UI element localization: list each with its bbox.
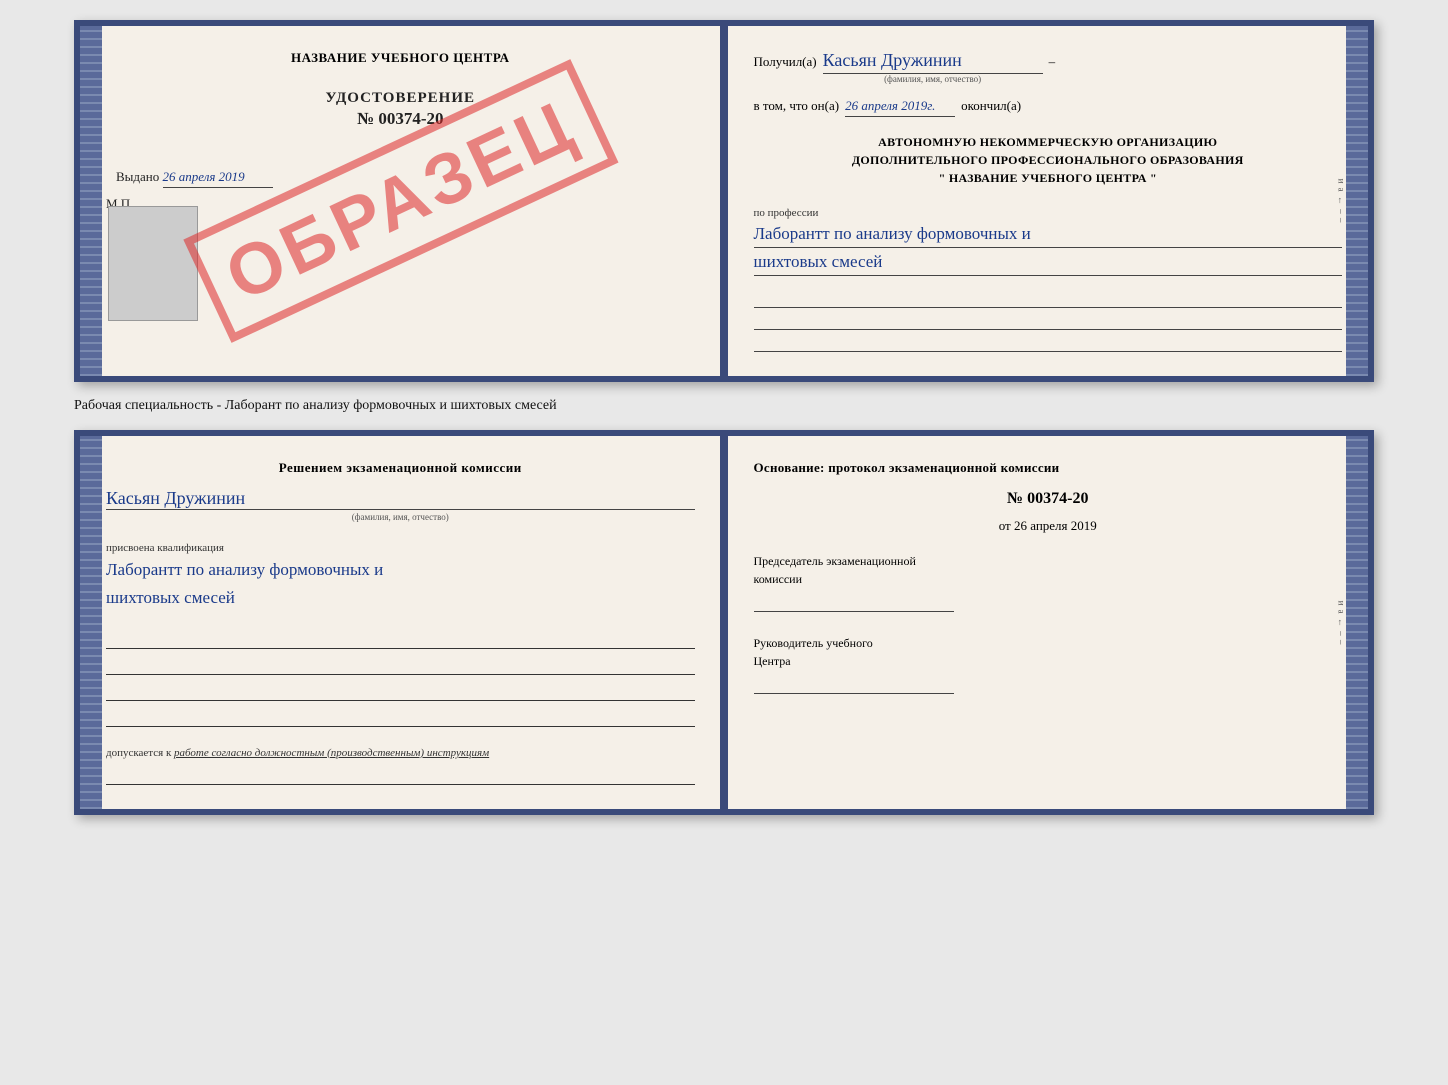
- binding-strip-right: [1346, 26, 1368, 376]
- top-cert-right-page: Получил(а) Касьян Дружинин (фамилия, имя…: [726, 26, 1369, 376]
- org-block: АВТОНОМНУЮ НЕКОММЕРЧЕСКУЮ ОРГАНИЗАЦИЮ ДО…: [754, 133, 1343, 187]
- org-line2: ДОПОЛНИТЕЛЬНОГО ПРОФЕССИОНАЛЬНОГО ОБРАЗО…: [754, 151, 1343, 169]
- okonchil-label: окончил(а): [961, 98, 1021, 114]
- profession-line1: Лаборантт по анализу формовочных и: [754, 220, 1343, 248]
- bottom-fio-hint: (фамилия, имя, отчество): [106, 512, 695, 522]
- ot-date-value: 26 апреля 2019: [1014, 518, 1097, 533]
- predsedatel-line1: Председатель экзаменационной: [754, 552, 1343, 570]
- vydano-date: 26 апреля 2019: [163, 169, 273, 188]
- resheniem-title: Решением экзаменационной комиссии: [106, 460, 695, 476]
- top-cert-book: НАЗВАНИЕ УЧЕБНОГО ЦЕНТРА УДОСТОВЕРЕНИЕ №…: [74, 20, 1374, 382]
- ot-label: от: [999, 518, 1011, 533]
- rukovoditel-line2: Центра: [754, 652, 1343, 670]
- predsedatel-line2: комиссии: [754, 570, 1343, 588]
- prisvoena-block: присвоена квалификация Лаборантт по анал…: [106, 538, 695, 610]
- dash-symbol: –: [1049, 54, 1056, 70]
- binding-strip-left-bottom: [80, 436, 102, 808]
- vtom-label: в том, что он(а): [754, 98, 840, 114]
- right-line-2: [754, 312, 1343, 330]
- dopuskaetsya-label: допускается к: [106, 747, 171, 759]
- osnovanie-title: Основание: протокол экзаменационной коми…: [754, 460, 1343, 476]
- dopuskaetsya-value: работе согласно должностным (производств…: [174, 747, 489, 759]
- org-line1: АВТОНОМНУЮ НЕКОММЕРЧЕСКУЮ ОРГАНИЗАЦИЮ: [754, 133, 1343, 151]
- document-container: НАЗВАНИЕ УЧЕБНОГО ЦЕНТРА УДОСТОВЕРЕНИЕ №…: [74, 20, 1374, 815]
- predsedatel-signature-line: [754, 592, 954, 612]
- top-cert-left-page: НАЗВАНИЕ УЧЕБНОГО ЦЕНТРА УДОСТОВЕРЕНИЕ №…: [80, 26, 726, 376]
- bottom-cert-left-page: Решением экзаменационной комиссии Касьян…: [80, 436, 726, 808]
- qualification-line2: шихтовых смесей: [106, 584, 695, 611]
- dopuskaetsya-line: [106, 765, 695, 785]
- photo-placeholder: [108, 206, 198, 321]
- vtom-row: в том, что он(а) 26 апреля 2019г. окончи…: [754, 98, 1343, 117]
- right-line-3: [754, 334, 1343, 352]
- bottom-lines: [106, 629, 695, 727]
- bottom-cert-book: Решением экзаменационной комиссии Касьян…: [74, 430, 1374, 814]
- qualification-line1: Лаборантт по анализу формовочных и: [106, 556, 695, 583]
- rukovoditel-line1: Руководитель учебного: [754, 634, 1343, 652]
- komissia-name-row: Касьян Дружинин (фамилия, имя, отчество): [106, 488, 695, 522]
- poluchil-label: Получил(а): [754, 54, 817, 70]
- poluchil-row: Получил(а) Касьян Дружинин (фамилия, имя…: [754, 50, 1343, 84]
- komissia-name: Касьян Дружинин: [106, 488, 695, 510]
- predsedatel-block: Председатель экзаменационной комиссии: [754, 552, 1343, 612]
- org-line3: " НАЗВАНИЕ УЧЕБНОГО ЦЕНТРА ": [754, 169, 1343, 187]
- po-professii-block: по профессии Лаборантт по анализу формов…: [754, 205, 1343, 276]
- cert-title-header: НАЗВАНИЕ УЧЕБНОГО ЦЕНТРА: [291, 50, 510, 66]
- ot-date-block: от 26 апреля 2019: [754, 518, 1343, 534]
- rukovoditel-signature-line: [754, 674, 954, 694]
- bottom-line-4: [106, 707, 695, 727]
- udostoverenie-block: УДОСТОВЕРЕНИЕ № 00374-20: [326, 90, 476, 129]
- udostoverenie-label: УДОСТОВЕРЕНИЕ: [326, 90, 476, 107]
- bottom-line-1: [106, 629, 695, 649]
- prisvoena-label: присвоена квалификация: [106, 542, 224, 554]
- profession-line2: шихтовых смесей: [754, 248, 1343, 276]
- specialty-label: Рабочая специальность - Лаборант по анал…: [74, 392, 557, 420]
- bottom-line-3: [106, 681, 695, 701]
- rukovoditel-block: Руководитель учебного Центра: [754, 634, 1343, 694]
- binding-strip-right-bottom: [1346, 436, 1368, 808]
- vydano-label: Выдано: [116, 169, 159, 184]
- binding-strip-left: [80, 26, 102, 376]
- vtom-date: 26 апреля 2019г.: [845, 98, 955, 117]
- fio-hint: (фамилия, имя, отчество): [823, 74, 1043, 84]
- bottom-line-2: [106, 655, 695, 675]
- recipient-name: Касьян Дружинин: [823, 50, 1043, 74]
- po-professii-label: по профессии: [754, 207, 819, 219]
- name-wrapper: Касьян Дружинин (фамилия, имя, отчество): [823, 50, 1043, 84]
- right-line-1: [754, 290, 1343, 308]
- bottom-cert-right-page: Основание: протокол экзаменационной коми…: [726, 436, 1369, 808]
- right-side-lines: [754, 290, 1343, 352]
- udostoverenie-number: № 00374-20: [357, 109, 444, 129]
- vydano-block: Выдано 26 апреля 2019: [116, 169, 273, 188]
- protocol-number: № 00374-20: [754, 490, 1343, 508]
- dopuskaetsya-block: допускается к работе согласно должностны…: [106, 747, 695, 785]
